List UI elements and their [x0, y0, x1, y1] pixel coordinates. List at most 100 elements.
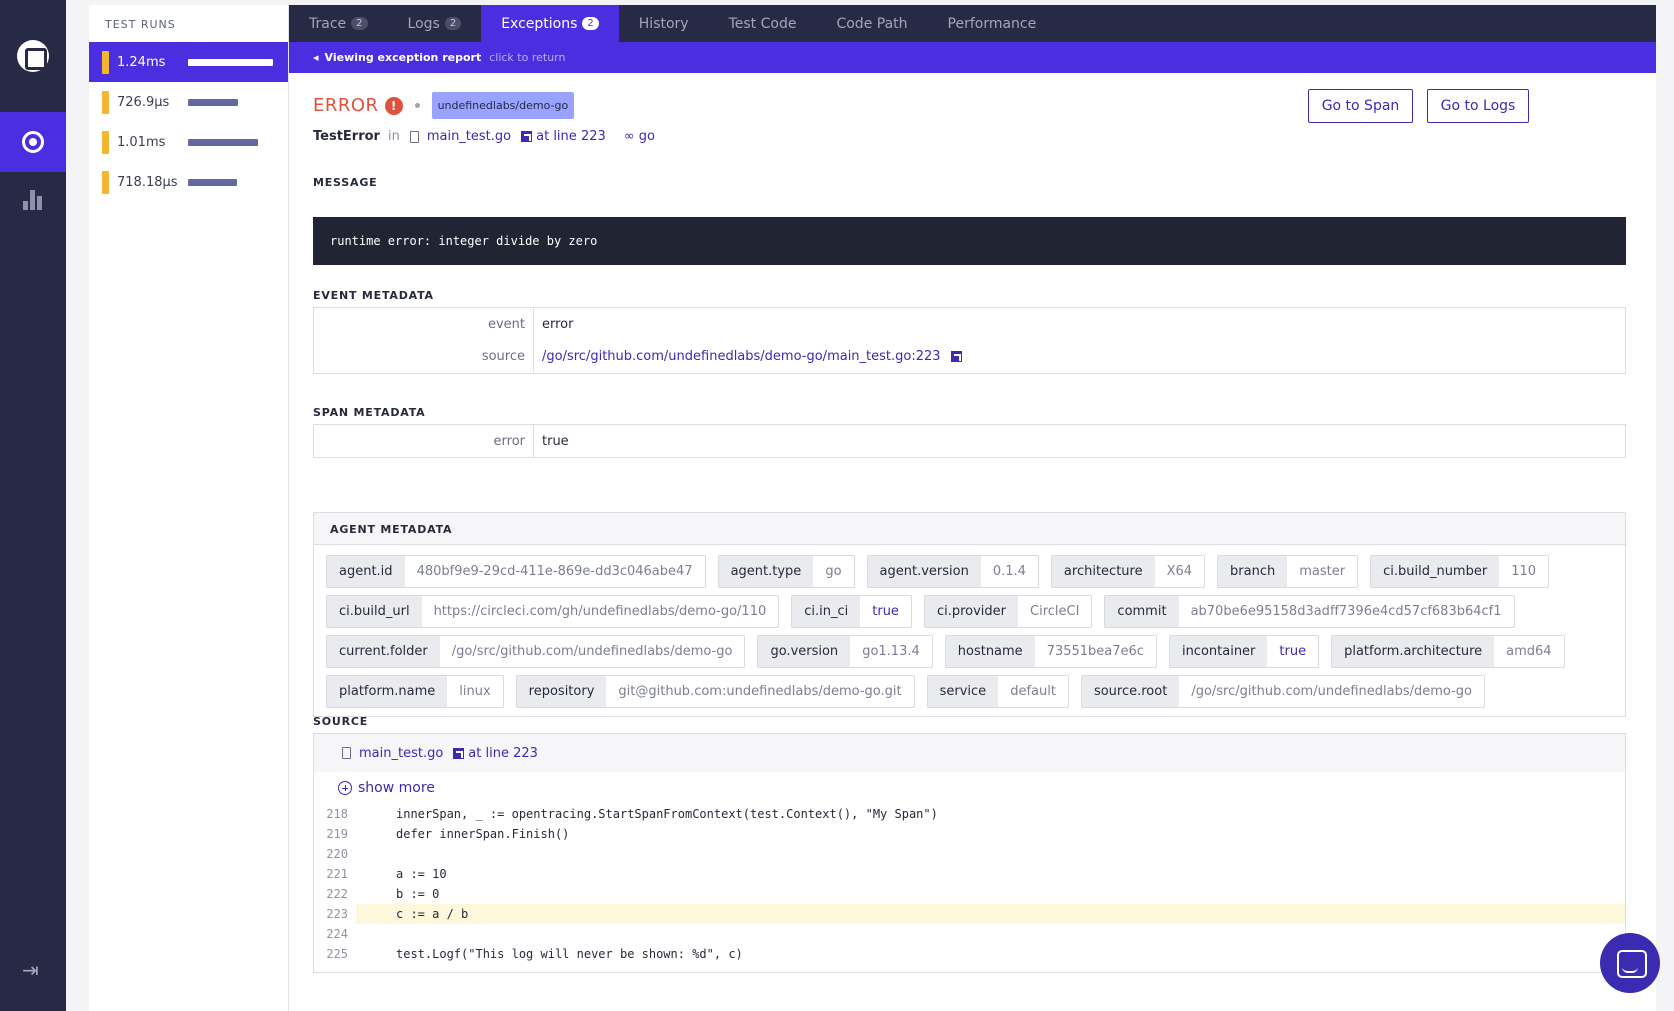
agent-tag-value: /go/src/github.com/undefinedlabs/demo-go [1191, 684, 1472, 699]
tab-logs[interactable]: Logs 2 [388, 5, 482, 42]
agent-tag: agent.type go [717, 555, 855, 588]
file-link[interactable]: main_test.go [427, 129, 511, 144]
code-line: 224 [314, 924, 1625, 944]
agent-tag-value: amd64 [1506, 644, 1552, 659]
agent-tag-key: incontainer [1169, 636, 1268, 667]
agent-tag: ci.in_ci true [791, 595, 912, 628]
tab-label: Code Path [836, 15, 908, 32]
banner-title: Viewing exception report [324, 51, 482, 64]
agent-tag-value: 0.1.4 [992, 564, 1026, 579]
code-text: defer innerSpan.Finish() [396, 827, 570, 841]
separator-dot [414, 103, 420, 108]
tab-history[interactable]: History [619, 5, 709, 42]
code-text: c := a / b [356, 904, 1625, 924]
metadata-key: error [314, 425, 534, 457]
app-logo-icon[interactable] [17, 40, 49, 72]
source-box: main_test.go at line 223 show more 218 in… [313, 733, 1626, 973]
test-run-item[interactable]: 718.18µs [89, 162, 288, 202]
agent-tag-key: current.folder [327, 636, 440, 667]
external-link-icon[interactable] [950, 350, 962, 362]
metadata-key: source [314, 340, 534, 372]
line-number: 223 [326, 907, 348, 921]
agent-tag: ci.build_url https://circleci.com/gh/unde… [326, 595, 780, 628]
tab-count-badge: 2 [444, 17, 462, 30]
code-line: 222 b := 0 [314, 884, 1625, 904]
line-number: 220 [326, 847, 348, 861]
span-metadata-label: SPAN METADATA [313, 406, 426, 419]
error-icon: ! [384, 96, 403, 115]
test-runs-title: TEST RUNS [105, 18, 176, 31]
code-line: 219 defer innerSpan.Finish() [314, 824, 1625, 844]
run-status-bar [102, 91, 109, 114]
metadata-value: error [542, 316, 574, 332]
agent-tag-key: source.root [1081, 676, 1180, 707]
agent-tag-key: ci.provider [924, 596, 1018, 627]
agent-tag-key: agent.id [327, 556, 405, 587]
go-to-span-button[interactable]: Go to Span [1308, 89, 1413, 123]
line-number: 221 [326, 867, 348, 881]
metadata-value[interactable]: /go/src/github.com/undefinedlabs/demo-go… [534, 349, 941, 364]
show-more-button[interactable]: show more [314, 772, 1625, 804]
agent-tag-value: 110 [1511, 564, 1537, 579]
source-file-link[interactable]: main_test.go [359, 746, 443, 761]
run-duration: 726.9µs [117, 94, 170, 110]
metadata-row: event error [314, 308, 1625, 340]
message-label: MESSAGE [313, 176, 378, 189]
go-to-logs-button[interactable]: Go to Logs [1427, 89, 1529, 123]
agent-tag: repository git@github.com:undefinedlabs/d… [515, 675, 915, 708]
agent-tag: ci.build_number 110 [1370, 555, 1550, 588]
source-line-number: 223 [513, 745, 538, 761]
tab-exceptions[interactable]: Exceptions 2 [481, 5, 619, 42]
event-metadata-table: event error source/go/src/github.com/undef… [313, 307, 1626, 374]
external-link-icon[interactable] [453, 747, 465, 759]
metadata-row: error true [314, 425, 1625, 457]
file-icon [342, 747, 351, 759]
language: go [638, 129, 655, 144]
tab-performance[interactable]: Performance [928, 5, 1057, 42]
tab-label: Exceptions [501, 15, 578, 32]
test-runs-icon [22, 131, 44, 153]
agent-tag: agent.id 480bf9e9-29cd-411e-869e-dd3c046a… [326, 555, 706, 588]
line-number: 218 [326, 807, 348, 821]
agent-tag-value: CircleCI [1030, 604, 1080, 619]
agent-tag-value: true [872, 604, 899, 619]
message-box: runtime error: integer divide by zero [313, 217, 1626, 265]
insights-icon[interactable] [23, 190, 43, 210]
line-number: 225 [326, 947, 348, 961]
agent-tag: hostname 73551bea7e6c [944, 635, 1157, 668]
agent-tag-key: branch [1218, 556, 1288, 587]
logout-icon[interactable]: ⇥ [22, 960, 44, 980]
banner-hint[interactable]: click to return [489, 51, 565, 64]
tab-label: Test Code [728, 15, 797, 32]
code-line: 221 a := 10 [314, 864, 1625, 884]
exception-banner[interactable]: ◂ Viewing exception report click to retu… [289, 42, 1656, 73]
external-link-icon[interactable] [521, 131, 533, 142]
code-text: a := 10 [396, 867, 447, 881]
agent-tag-key: ci.in_ci [792, 596, 861, 627]
agent-tag: commit ab70be6e95158d3adff7396e4cd57cf683… [1104, 595, 1515, 628]
agent-tag: ci.provider CircleCI [923, 595, 1093, 628]
chat-icon[interactable] [1600, 933, 1660, 993]
code-line: 218 innerSpan, _ := opentracing.StartSpan… [314, 804, 1625, 824]
test-run-item[interactable]: 1.24ms [89, 42, 288, 82]
tab-test-code[interactable]: Test Code [709, 5, 817, 42]
agent-tag-key: hostname [945, 636, 1035, 667]
agent-tag-key: agent.version [867, 556, 981, 587]
code-text: test.Logf("This log will never be shown:… [396, 947, 743, 961]
agent-tag-value: linux [459, 684, 491, 699]
show-more-label: show more [358, 780, 435, 796]
tab-code-path[interactable]: Code Path [816, 5, 927, 42]
tab-trace[interactable]: Trace 2 [289, 5, 388, 42]
agent-tag-key: go.version [758, 636, 851, 667]
agent-metadata-box: AGENT METADATA agent.id 480bf9e9-29cd-411… [313, 512, 1626, 717]
test-run-item[interactable]: 1.01ms [89, 122, 288, 162]
agent-tag-key: commit [1105, 596, 1179, 627]
repo-tag[interactable]: undefinedlabs/demo-go [431, 92, 575, 119]
test-runs-nav[interactable] [0, 112, 66, 172]
agent-tag-value: true [1279, 644, 1307, 659]
test-run-item[interactable]: 726.9µs [89, 82, 288, 122]
agent-tag-value: https://circleci.com/gh/undefinedlabs/de… [433, 604, 767, 619]
tab-count-badge: 2 [351, 17, 368, 30]
agent-tag-value: go1.13.4 [862, 644, 920, 659]
